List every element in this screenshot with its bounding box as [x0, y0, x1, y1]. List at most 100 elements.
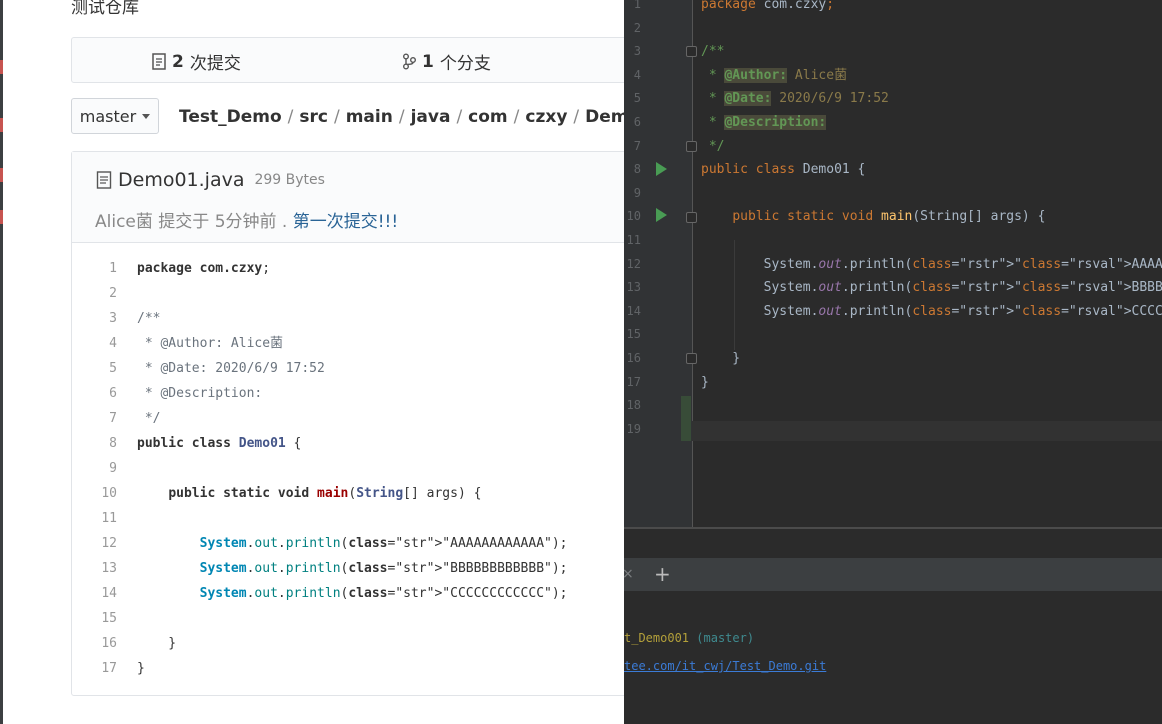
last-commit: Alice菌 提交于 5分钟前 . 第一次提交!!! [95, 207, 398, 232]
run-main-icon[interactable] [656, 208, 667, 222]
breadcrumb-sep: / [333, 107, 340, 127]
terminal-project: t_Demo001 [624, 631, 690, 645]
file-panel: Demo01.java 299 Bytes Alice菌 提交于 5分钟前 . … [71, 151, 624, 696]
ide-line-number: 17 [626, 374, 641, 389]
close-tab-icon[interactable]: × [624, 566, 634, 582]
ide-line-number: 3 [633, 44, 641, 59]
branch-selector[interactable]: master [71, 98, 159, 134]
gutter-divider [692, 0, 693, 527]
code-text: * @Author: Alice菌 [137, 336, 284, 351]
ide-line-number: 4 [633, 67, 641, 82]
breadcrumb-item[interactable]: src [299, 107, 328, 127]
line-number: 4 [109, 336, 117, 351]
breadcrumb-item[interactable]: Demo0 [585, 107, 624, 127]
breadcrumb-item[interactable]: Test_Demo [179, 107, 282, 127]
ide-code-text: public class Demo01 { [701, 162, 866, 178]
line-number: 16 [101, 636, 117, 651]
ide-code-text: * @Author: Alice菌 [701, 67, 848, 83]
ide-line-number: 8 [633, 162, 641, 177]
file-icon [96, 171, 112, 189]
file-size: 299 Bytes [254, 172, 325, 188]
breadcrumb-item[interactable]: com [468, 107, 507, 127]
branch-name: master [79, 106, 137, 126]
fold-icon[interactable] [686, 46, 697, 57]
code-text: } [137, 661, 145, 676]
add-tab-icon[interactable]: + [654, 562, 671, 586]
commit-text: 提交于 5分钟前 . [158, 212, 288, 232]
terminal-url[interactable]: tee.com/it_cwj/Test_Demo.git [624, 659, 826, 673]
run-class-icon[interactable] [656, 162, 667, 176]
breadcrumb-item[interactable]: main [346, 107, 393, 127]
change-marker [681, 396, 691, 441]
commit-author[interactable]: Alice菌 [95, 212, 153, 232]
line-number: 10 [101, 486, 117, 501]
commits-count: 2 [172, 51, 184, 72]
chevron-down-icon [142, 113, 151, 119]
window-edge [0, 0, 3, 724]
ide-line-number: 6 [633, 115, 641, 129]
code-text: System.out.println(class="str">"CCCCCCCC… [199, 586, 568, 601]
ide-code-text: * @Description: [701, 115, 827, 130]
breadcrumb-item[interactable]: java [411, 107, 451, 127]
breadcrumb-sep: / [287, 107, 294, 127]
commits-label: 次提交 [189, 54, 241, 74]
ide-code-text: package com.czxy; [701, 0, 835, 12]
repo-stats-bar: 2 次提交 1 个分支 [71, 37, 624, 83]
ide-line-number: 19 [626, 421, 641, 436]
fold-icon[interactable] [686, 353, 697, 364]
line-number: 8 [109, 436, 117, 451]
ide-line-number: 7 [633, 138, 641, 153]
fold-icon[interactable] [686, 141, 697, 152]
ide-line-number: 18 [626, 398, 641, 413]
branches-count: 1 [422, 51, 434, 72]
line-number: 7 [109, 411, 117, 426]
code-text: package com.czxy; [137, 261, 271, 276]
branches-link[interactable]: 1 个分支 [402, 49, 491, 74]
gitee-file-view: 测试仓库 2 次提交 1 个分支 master Test_Demo / src … [0, 0, 624, 724]
breadcrumb-sep: / [513, 107, 520, 127]
ide-code-text: System.out.println(class="rstr">"class="… [701, 280, 1162, 296]
ide-line-number: 13 [626, 280, 641, 295]
terminal-tab-bar: × + [624, 558, 1162, 591]
ide-line-number: 1 [633, 0, 641, 11]
code-text: */ [137, 411, 161, 426]
ide-code-text: System.out.println(class="rstr">"class="… [701, 303, 1162, 319]
ide-line-number: 2 [633, 20, 641, 35]
ide-line-number: 14 [626, 303, 641, 318]
line-number: 13 [101, 561, 117, 576]
ide-line-number: 5 [633, 91, 641, 106]
breadcrumb-sep: / [456, 107, 463, 127]
line-number: 17 [101, 661, 117, 676]
repo-title: 测试仓库 [71, 0, 139, 18]
line-number: 1 [109, 261, 117, 276]
file-name: Demo01.java [118, 169, 245, 191]
ide-code-text: * @Date: 2020/6/9 17:52 [701, 91, 889, 107]
ide-line-number: 10 [626, 209, 641, 224]
code-text: System.out.println(class="str">"BBBBBBBB… [199, 561, 568, 576]
panel-divider[interactable] [624, 527, 1162, 529]
breadcrumb-sep: / [398, 107, 405, 127]
line-number: 5 [109, 361, 117, 376]
ide-editor: 1 package com.czxy; 2 3 /** 4 * @Author: Alic… [624, 0, 1162, 724]
terminal-branch: (master) [696, 631, 755, 645]
ide-line-number: 12 [626, 256, 641, 271]
code-text: * @Date: 2020/6/9 17:52 [137, 361, 325, 376]
ide-code-text: public static void main(String[] args) { [732, 209, 1046, 225]
terminal-prompt: t_Demo001 (master) [624, 631, 754, 645]
commits-link[interactable]: 2 次提交 [152, 49, 241, 74]
breadcrumb-sep: / [573, 107, 580, 127]
branch-icon [403, 53, 416, 70]
code-text: System.out.println(class="str">"AAAAAAAA… [199, 536, 568, 551]
ide-code-text: } [701, 351, 741, 366]
line-number: 14 [101, 586, 117, 601]
fold-icon[interactable] [686, 212, 697, 223]
commit-file-icon [152, 53, 166, 70]
terminal-output[interactable]: t_Demo001 (master) tee.com/it_cwj/Test_D… [624, 591, 1162, 724]
code-text: /** [137, 311, 161, 326]
line-number: 6 [109, 386, 117, 401]
commit-message-link[interactable]: 第一次提交!!! [293, 212, 398, 232]
breadcrumb-item[interactable]: czxy [525, 107, 567, 127]
code-text: public class Demo01 { [137, 436, 302, 451]
line-number: 11 [101, 511, 117, 526]
ide-code-text: System.out.println(class="rstr">"class="… [701, 256, 1162, 272]
